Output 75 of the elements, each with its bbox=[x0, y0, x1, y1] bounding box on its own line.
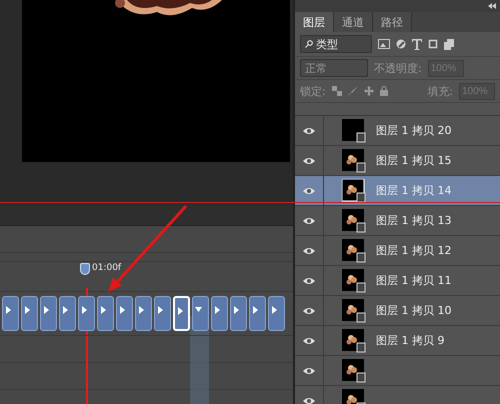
layer-row[interactable]: 图层 1 拷贝 20 bbox=[295, 116, 500, 146]
play-triangle-icon[interactable] bbox=[157, 306, 164, 314]
play-triangle-icon[interactable] bbox=[233, 306, 240, 314]
filter-dropdown[interactable]: 类型 bbox=[300, 35, 372, 53]
timeline-clip[interactable] bbox=[97, 296, 114, 331]
layer-row[interactable]: 图层 1 拷贝 9 bbox=[295, 326, 500, 356]
layer-row[interactable]: 图层 1 拷贝 13 bbox=[295, 206, 500, 236]
timeline-clip[interactable] bbox=[135, 296, 152, 331]
brush-icon[interactable] bbox=[348, 86, 358, 96]
layer-row[interactable]: 图层 1 拷贝 10 bbox=[295, 296, 500, 326]
image-icon[interactable] bbox=[378, 39, 390, 49]
eye-icon[interactable] bbox=[303, 396, 315, 404]
move-icon[interactable] bbox=[364, 86, 374, 96]
play-triangle-icon[interactable] bbox=[177, 307, 184, 315]
panel-tab[interactable]: 通道 bbox=[334, 12, 373, 32]
text-icon[interactable] bbox=[412, 38, 422, 50]
layer-thumbnail bbox=[342, 358, 366, 382]
layer-thumbnail bbox=[342, 178, 366, 202]
timeline-clip[interactable] bbox=[211, 296, 228, 331]
eye-icon[interactable] bbox=[303, 186, 315, 194]
layer-thumbnail bbox=[342, 148, 366, 172]
collapse-icon[interactable] bbox=[488, 3, 496, 9]
eye-icon[interactable] bbox=[303, 126, 315, 134]
lock-icon[interactable] bbox=[380, 86, 388, 96]
play-triangle-icon[interactable] bbox=[43, 306, 50, 314]
playhead-handle[interactable] bbox=[80, 263, 90, 275]
play-triangle-icon[interactable] bbox=[119, 306, 126, 314]
play-triangle-icon[interactable] bbox=[214, 306, 221, 314]
layer-thumbnail bbox=[342, 328, 366, 352]
layer-row[interactable] bbox=[295, 356, 500, 386]
timeline-clip[interactable] bbox=[59, 296, 76, 331]
eye-icon[interactable] bbox=[303, 366, 315, 374]
layer-thumbnail bbox=[342, 238, 366, 262]
expanded-triangle-icon[interactable] bbox=[195, 306, 202, 314]
timeline-clip[interactable] bbox=[268, 296, 285, 331]
play-triangle-icon[interactable] bbox=[138, 306, 145, 314]
play-triangle-icon[interactable] bbox=[81, 306, 88, 314]
play-triangle-icon[interactable] bbox=[24, 306, 31, 314]
eye-icon[interactable] bbox=[303, 306, 315, 314]
play-triangle-icon[interactable] bbox=[271, 306, 278, 314]
opacity-label: 不透明度: bbox=[374, 60, 422, 76]
eye-icon[interactable] bbox=[303, 336, 315, 344]
layer-row[interactable]: 图层 1 拷贝 12 bbox=[295, 236, 500, 266]
circle-icon[interactable] bbox=[396, 39, 406, 49]
playhead-time: 01:00f bbox=[92, 263, 122, 273]
layer-thumbnail bbox=[342, 118, 366, 142]
eye-icon[interactable] bbox=[303, 216, 315, 224]
timeline-clip[interactable] bbox=[192, 296, 209, 331]
panel-tab[interactable]: 路径 bbox=[373, 12, 412, 32]
eye-icon[interactable] bbox=[303, 276, 315, 284]
fill-label: 填充: bbox=[427, 84, 453, 98]
layer-thumbnail bbox=[342, 208, 366, 232]
lock-label: 锁定: bbox=[300, 84, 326, 98]
play-triangle-icon[interactable] bbox=[100, 306, 107, 314]
play-triangle-icon[interactable] bbox=[252, 306, 259, 314]
smart-object-icon[interactable] bbox=[444, 38, 454, 50]
search-icon bbox=[305, 40, 313, 48]
timeline-clip[interactable] bbox=[78, 296, 95, 331]
eye-icon[interactable] bbox=[303, 246, 315, 254]
eye-icon[interactable] bbox=[303, 156, 315, 164]
layer-thumbnail bbox=[342, 298, 366, 322]
panel-tab[interactable]: 图层 bbox=[295, 12, 334, 32]
timeline-clip[interactable] bbox=[230, 296, 247, 331]
play-triangle-icon[interactable] bbox=[5, 306, 12, 314]
timeline-clip[interactable] bbox=[154, 296, 171, 331]
timeline-clip[interactable] bbox=[40, 296, 57, 331]
play-triangle-icon[interactable] bbox=[62, 306, 69, 314]
layer-row[interactable]: 图层 1 拷贝 11 bbox=[295, 266, 500, 296]
shape-icon[interactable] bbox=[428, 39, 438, 49]
timeline-clip[interactable] bbox=[116, 296, 133, 331]
timeline-clip[interactable] bbox=[2, 296, 19, 331]
timeline-clip[interactable] bbox=[249, 296, 266, 331]
checkerboard-icon[interactable] bbox=[332, 86, 342, 96]
timeline-clip[interactable] bbox=[21, 296, 38, 331]
layer-thumbnail bbox=[342, 268, 366, 292]
